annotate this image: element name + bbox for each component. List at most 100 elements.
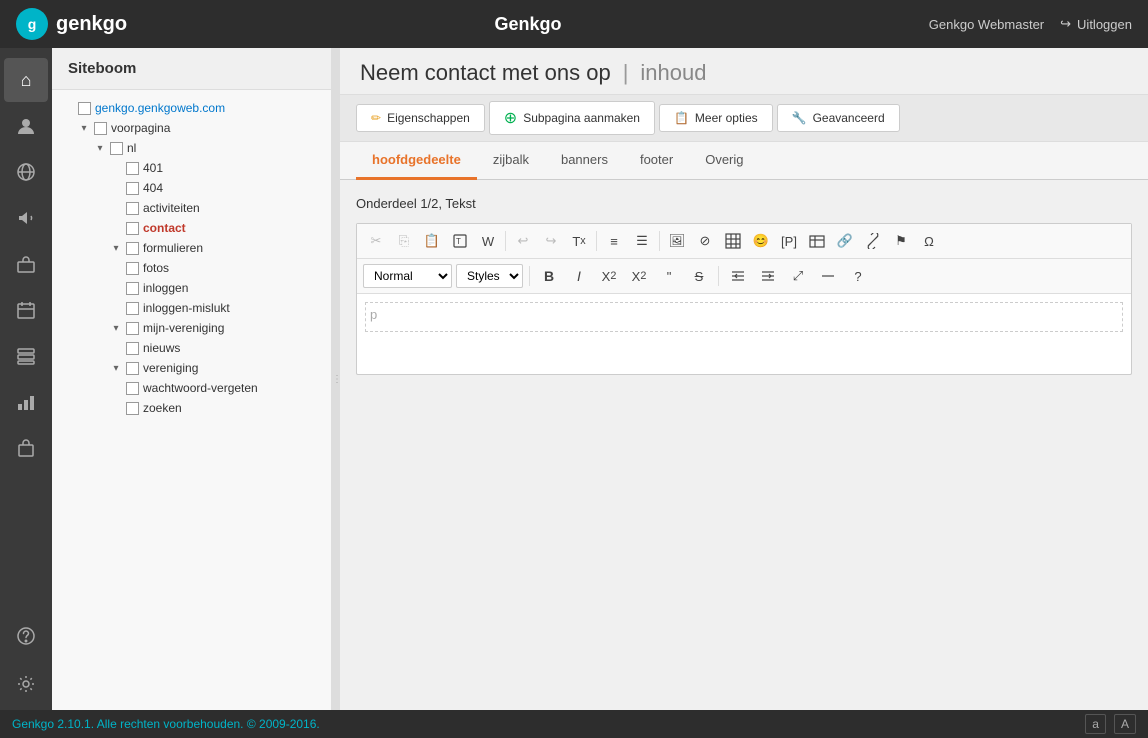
subpagina-button[interactable]: ⊕ Subpagina aanmaken (489, 101, 655, 135)
nav-archive-icon[interactable] (4, 334, 48, 378)
tree-toggle-vereniging[interactable]: ▾ (108, 360, 124, 376)
tree-icon-voorpagina (92, 120, 108, 136)
special-char-button[interactable]: Ω (916, 228, 942, 254)
logo: g genkgo (16, 8, 127, 40)
logout-icon: ↪ (1060, 16, 1071, 32)
logout-button[interactable]: ↪ Uitloggen (1060, 16, 1132, 32)
editor-paragraph[interactable]: p (365, 302, 1123, 332)
tree-item-inloggen[interactable]: inloggen (52, 278, 331, 298)
tree-label-nl: nl (127, 141, 136, 155)
format-select[interactable]: Normal Heading 1 Heading 2 Heading 3 (363, 264, 452, 288)
tree-item-zoeken[interactable]: zoeken (52, 398, 331, 418)
indent-left-button[interactable] (725, 263, 751, 289)
tree-item-vereniging[interactable]: ▾ vereniging (52, 358, 331, 378)
page-header: Neem contact met ons op | inhoud (340, 48, 1148, 94)
bold-button[interactable]: B (536, 263, 562, 289)
link-button[interactable]: 🔗 (832, 228, 858, 254)
help-editor-button[interactable]: ? (845, 263, 871, 289)
nav-users-icon[interactable] (4, 104, 48, 148)
unordered-list-button[interactable]: ☰ (629, 228, 655, 254)
tree-item-inloggen-mislukt[interactable]: inloggen-mislukt (52, 298, 331, 318)
tree-toggle-wachtwoord-vergeten (108, 380, 124, 396)
tab-zijbalk[interactable]: zijbalk (477, 142, 545, 180)
indent-right-button[interactable] (755, 263, 781, 289)
editor-container: ✂ ⎘ 📋 T W ↩ ↪ Tx ≡ ☰ 🖼 ⊘ (356, 223, 1132, 375)
tree-toggle-formulieren[interactable]: ▾ (108, 240, 124, 256)
nav-megaphone-icon[interactable] (4, 196, 48, 240)
tree-toggle-activiteiten (108, 200, 124, 216)
flag-button[interactable]: ⚑ (888, 228, 914, 254)
nav-help-icon[interactable] (4, 614, 48, 658)
unlink-button[interactable] (860, 228, 886, 254)
tab-hoofdgedeelte[interactable]: hoofdgedeelte (356, 142, 477, 180)
nav-settings-icon[interactable] (4, 662, 48, 706)
geavanceerd-label: Geavanceerd (813, 111, 885, 125)
tree-item-401[interactable]: 401 (52, 158, 331, 178)
table-button[interactable] (720, 228, 746, 254)
cut-button[interactable]: ✂ (363, 228, 389, 254)
style-select[interactable]: Styles (456, 264, 523, 288)
redo-button[interactable]: ↪ (538, 228, 564, 254)
tree-item-formulieren[interactable]: ▾ formulieren (52, 238, 331, 258)
tree-toggle-fotos (108, 260, 124, 276)
superscript-button[interactable]: X2 (626, 263, 652, 289)
logo-icon: g (16, 8, 48, 40)
tree-toggle-nl[interactable]: ▾ (92, 140, 108, 156)
tree-toggle-nieuws (108, 340, 124, 356)
nav-globe-icon[interactable] (4, 150, 48, 194)
paste-text-button[interactable]: T (447, 228, 473, 254)
placeholder-button[interactable]: [P] (776, 228, 802, 254)
tree-item-voorpagina[interactable]: ▾ voorpagina (52, 118, 331, 138)
source-button[interactable] (815, 263, 841, 289)
eigenschappen-button[interactable]: ✏ Eigenschappen (356, 104, 485, 132)
ordered-list-button[interactable]: ≡ (601, 228, 627, 254)
resize-handle[interactable]: ⋮ (332, 48, 340, 710)
maximize-button[interactable]: ⤢ (785, 263, 811, 289)
tab-overig[interactable]: Overig (689, 142, 759, 180)
tree-toggle-mijn-vereniging[interactable]: ▾ (108, 320, 124, 336)
tab-footer[interactable]: footer (624, 142, 689, 180)
tree-icon-inloggen (124, 280, 140, 296)
blockquote-button[interactable]: " (656, 263, 682, 289)
tree-item-wachtwoord-vergeten[interactable]: wachtwoord-vergeten (52, 378, 331, 398)
clear-formatting-button[interactable]: Tx (566, 228, 592, 254)
tree-item-fotos[interactable]: fotos (52, 258, 331, 278)
geavanceerd-button[interactable]: 🔧 Geavanceerd (777, 104, 900, 132)
tree-item-mijn-vereniging[interactable]: ▾ mijn-vereniging (52, 318, 331, 338)
tree-label-activiteiten: activiteiten (143, 201, 200, 215)
table2-button[interactable] (804, 228, 830, 254)
flash-button[interactable]: ⊘ (692, 228, 718, 254)
paste-button[interactable]: 📋 (419, 228, 445, 254)
nav-home-icon[interactable]: ⌂ (4, 58, 48, 102)
tree-item-nl[interactable]: ▾ nl (52, 138, 331, 158)
subscript-button[interactable]: X2 (596, 263, 622, 289)
nav-briefcase-icon[interactable] (4, 242, 48, 286)
eigenschappen-label: Eigenschappen (387, 111, 470, 125)
nav-calendar-icon[interactable] (4, 288, 48, 332)
tree-icon-contact (124, 220, 140, 236)
footer-text: Genkgo 2.10.1. Alle rechten voorbehouden… (12, 717, 320, 731)
tree-toggle-voorpagina[interactable]: ▾ (76, 120, 92, 136)
page-subtitle: inhoud (640, 60, 706, 86)
siteboom-title: Siteboom (52, 48, 331, 90)
smiley-button[interactable]: 😊 (748, 228, 774, 254)
image-button[interactable]: 🖼 (664, 228, 690, 254)
tree-item-nieuws[interactable]: nieuws (52, 338, 331, 358)
nav-chart-icon[interactable] (4, 380, 48, 424)
italic-button[interactable]: I (566, 263, 592, 289)
strikethrough-button[interactable]: S (686, 263, 712, 289)
tree-item-domain[interactable]: genkgo.genkgoweb.com (52, 98, 331, 118)
meer-opties-button[interactable]: 📋 Meer opties (659, 104, 773, 132)
tree-page-icon (76, 100, 92, 116)
tab-banners[interactable]: banners (545, 142, 624, 180)
toolbar-sep-5 (718, 266, 719, 286)
copy-button[interactable]: ⎘ (391, 228, 417, 254)
paste-word-button[interactable]: W (475, 228, 501, 254)
tree-label-inloggen: inloggen (143, 281, 188, 295)
nav-bag-icon[interactable] (4, 426, 48, 470)
undo-button[interactable]: ↩ (510, 228, 536, 254)
tree-item-404[interactable]: 404 (52, 178, 331, 198)
editor-content[interactable]: p (357, 294, 1131, 374)
tree-item-activiteiten[interactable]: activiteiten (52, 198, 331, 218)
tree-item-contact[interactable]: contact (52, 218, 331, 238)
